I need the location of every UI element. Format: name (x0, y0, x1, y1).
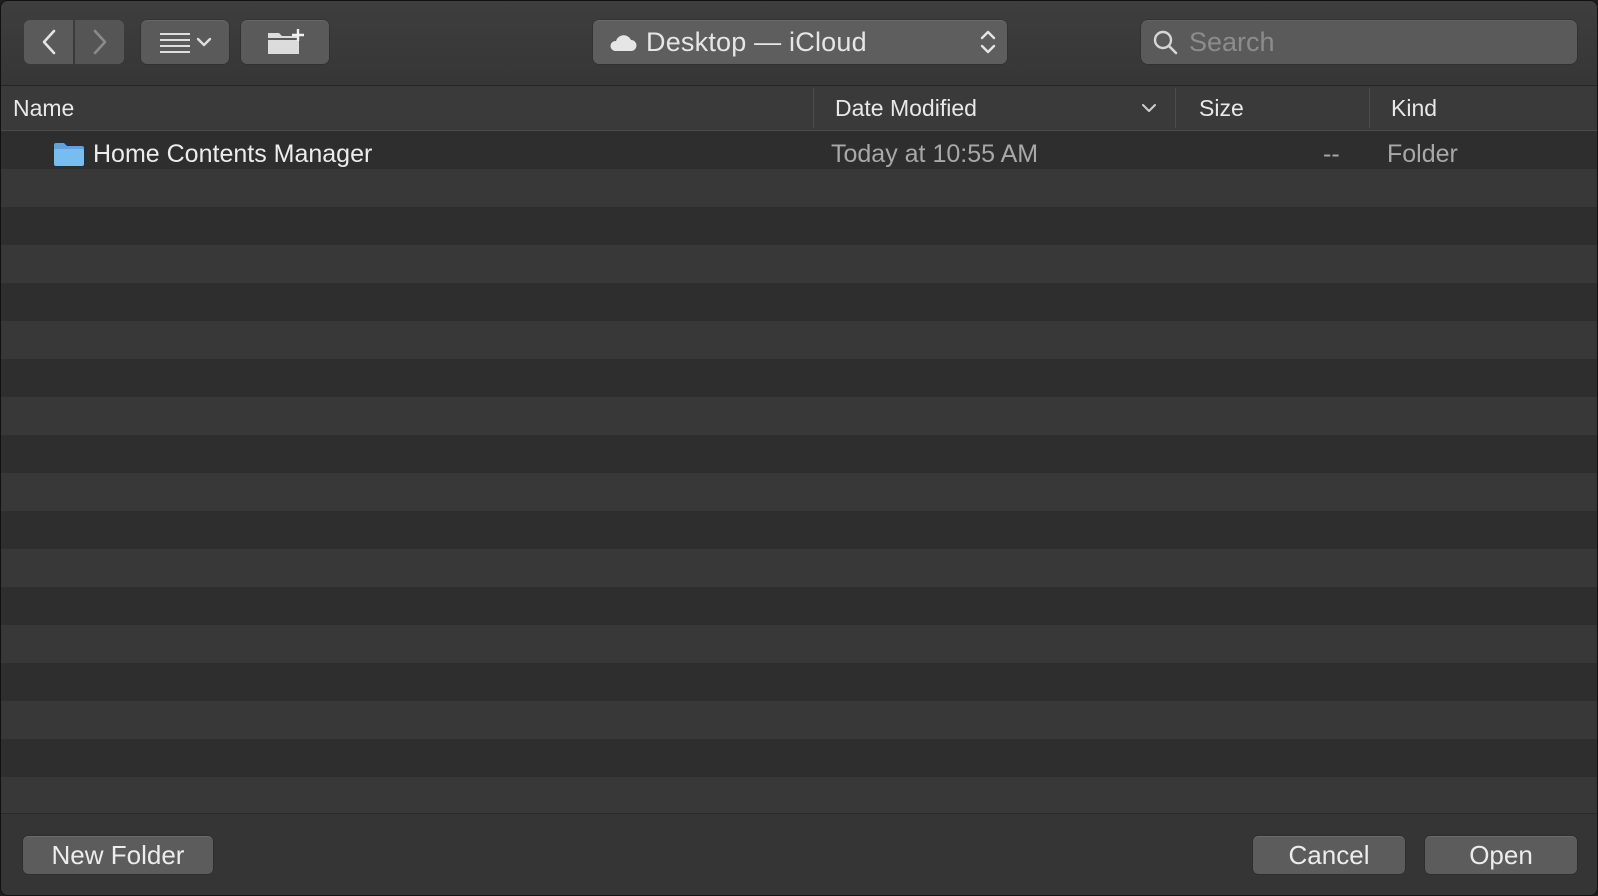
toolbar: Desktop — iCloud (1, 1, 1597, 86)
column-header-name[interactable]: Name (13, 86, 74, 130)
back-button[interactable] (24, 20, 73, 64)
list-view-icon (160, 33, 212, 53)
folder-plus-icon (268, 29, 304, 54)
column-header: Name Date Modified Size Kind (1, 86, 1597, 131)
search-input[interactable] (1187, 25, 1571, 59)
new-folder-button[interactable]: New Folder (23, 836, 213, 874)
footer-bar: New Folder Cancel Open (1, 813, 1597, 895)
column-divider[interactable] (813, 88, 814, 128)
column-header-size[interactable]: Size (1199, 86, 1244, 130)
open-button[interactable]: Open (1425, 836, 1577, 874)
up-down-arrows-icon (980, 30, 996, 54)
column-header-kind[interactable]: Kind (1391, 86, 1437, 130)
nav-button-group (23, 20, 125, 64)
chevron-right-icon (93, 29, 106, 55)
forward-button[interactable] (75, 20, 124, 64)
new-folder-toolbar-button[interactable] (241, 20, 329, 64)
search-field[interactable] (1141, 20, 1577, 64)
view-mode-button[interactable] (141, 20, 229, 64)
file-row[interactable]: Home Contents Manager Today at 10:55 AM … (1, 135, 1597, 173)
location-label: Desktop — iCloud (646, 26, 867, 57)
column-divider[interactable] (1369, 88, 1370, 128)
location-popup[interactable]: Desktop — iCloud (593, 20, 1007, 64)
file-name: Home Contents Manager (93, 140, 373, 168)
chevron-left-icon (42, 29, 55, 55)
file-date-modified: Today at 10:55 AM (831, 140, 1039, 168)
column-header-date-modified[interactable]: Date Modified (835, 86, 977, 130)
open-dialog: Desktop — iCloud Name Date Modified Size… (0, 0, 1598, 896)
file-kind: Folder (1387, 140, 1458, 168)
search-icon (1153, 30, 1178, 55)
file-list[interactable]: Home Contents Manager Today at 10:55 AM … (1, 131, 1597, 813)
folder-icon (54, 143, 84, 166)
sort-descending-icon (1142, 104, 1156, 112)
column-divider[interactable] (1175, 88, 1176, 128)
chevron-down-icon (196, 37, 212, 47)
file-size: -- (1323, 140, 1340, 168)
cloud-icon (610, 35, 637, 51)
cancel-button[interactable]: Cancel (1253, 836, 1405, 874)
